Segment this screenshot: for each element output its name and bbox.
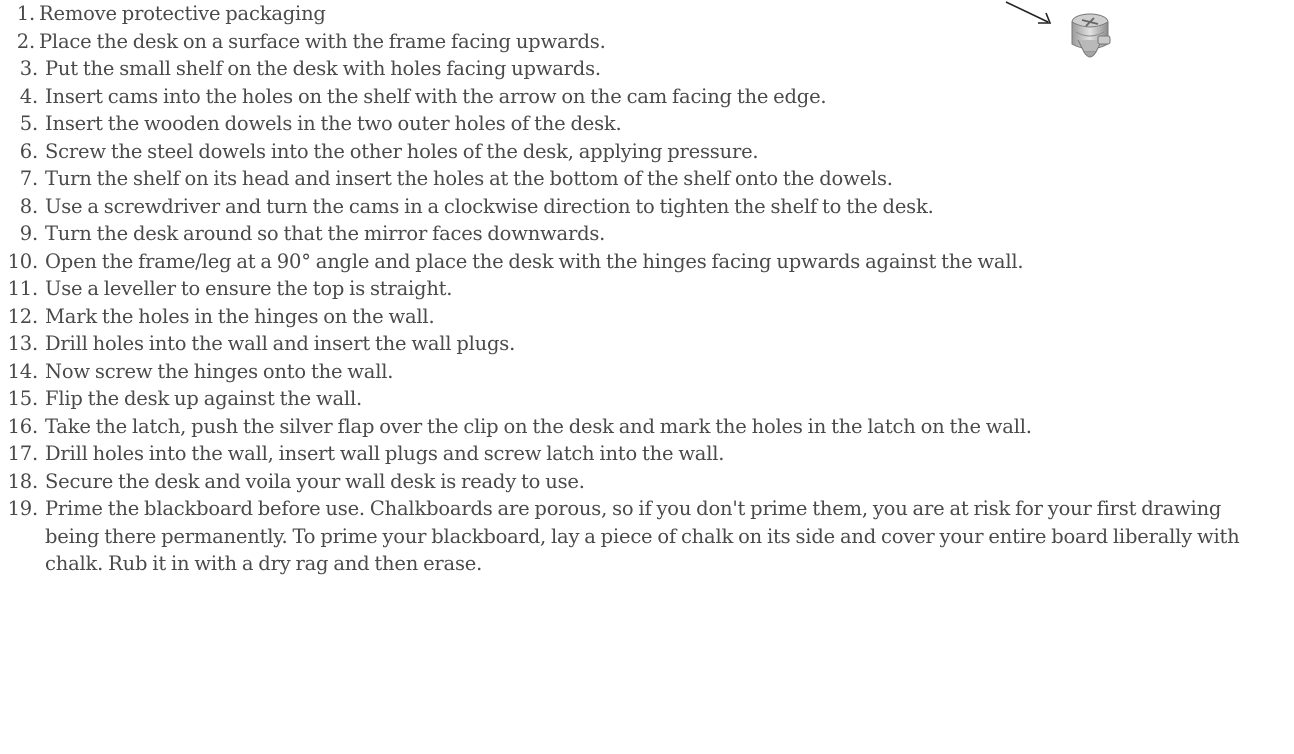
step-text: Place the desk on a surface with the fra… <box>39 29 606 53</box>
step-9: 9. Turn the desk around so that the mirro… <box>0 220 1294 248</box>
step-number: 1. <box>16 2 35 25</box>
step-text: Turn the desk around so that the mirror … <box>45 222 606 245</box>
step-number: 12. <box>7 304 39 328</box>
step-text: Turn the shelf on its head and insert th… <box>45 167 893 190</box>
step-7: 7. Turn the shelf on its head and insert … <box>0 165 1294 193</box>
assembly-instructions-list: 1. Remove protective packaging 2. Place th… <box>0 0 1294 578</box>
step-number: 16. <box>7 414 39 438</box>
step-text: Now screw the hinges onto the wall. <box>45 359 394 383</box>
step-number: 17. <box>7 442 39 465</box>
step-number: 15. <box>7 387 39 410</box>
step-number: 4. <box>19 84 38 108</box>
step-text: Remove protective packaging <box>39 2 326 25</box>
step-text: Drill holes into the wall and insert the… <box>45 332 516 355</box>
step-number: 7. <box>19 167 38 190</box>
step-4: 4. Insert cams into the holes on the shel… <box>0 83 1294 111</box>
step-14: 14. Now screw the hinges onto the wall. <box>0 358 1294 386</box>
step-text: Prime the blackboard before use. Chalkbo… <box>45 497 1240 575</box>
step-16: 16. Take the latch, push the silver flap … <box>0 413 1294 441</box>
step-8: 8. Use a screwdriver and turn the cams in… <box>0 193 1294 221</box>
step-5: 5. Insert the wooden dowels in the two ou… <box>0 110 1294 138</box>
step-17: 17. Drill holes into the wall, insert wal… <box>0 440 1294 468</box>
step-text: Mark the holes in the hinges on the wall… <box>45 304 435 328</box>
step-number: 10. <box>7 249 39 273</box>
step-19: 19. Prime the blackboard before use. Chal… <box>0 495 1275 578</box>
step-number: 5. <box>19 112 38 135</box>
step-number: 19. <box>7 497 39 520</box>
step-text: Put the small shelf on the desk with hol… <box>45 57 601 80</box>
step-text: Drill holes into the wall, insert wall p… <box>45 442 725 465</box>
step-number: 9. <box>19 222 38 245</box>
step-number: 2. <box>16 29 35 53</box>
arrow-icon <box>1005 1 1052 24</box>
step-text: Use a screwdriver and turn the cams in a… <box>45 194 934 218</box>
step-text: Insert the wooden dowels in the two oute… <box>45 112 622 135</box>
step-number: 3. <box>19 57 38 80</box>
step-text: Flip the desk up against the wall. <box>45 387 362 410</box>
step-15: 15. Flip the desk up against the wall. <box>0 385 1294 413</box>
step-11: 11. Use a leveller to ensure the top is s… <box>0 275 1294 303</box>
step-text: Use a leveller to ensure the top is stra… <box>45 277 453 300</box>
step-text: Open the frame/leg at a 90° angle and pl… <box>45 249 1024 273</box>
step-number: 14. <box>7 359 39 383</box>
step-number: 8. <box>19 194 38 218</box>
step-13: 13. Drill holes into the wall and insert … <box>0 330 1294 358</box>
step-text: Take the latch, push the silver flap ove… <box>45 414 1032 438</box>
step-number: 6. <box>19 139 38 163</box>
step-number: 11. <box>7 277 39 300</box>
step-12: 12. Mark the holes in the hinges on the w… <box>0 303 1294 331</box>
step-6: 6. Screw the steel dowels into the other … <box>0 138 1294 166</box>
step-number: 13. <box>7 332 39 355</box>
step-text: Screw the steel dowels into the other ho… <box>45 139 759 163</box>
step-text: Insert cams into the holes on the shelf … <box>45 84 827 108</box>
step-18: 18. Secure the desk and voila your wall d… <box>0 468 1294 496</box>
step-text: Secure the desk and voila your wall desk… <box>45 469 585 493</box>
step-number: 18. <box>7 469 39 493</box>
step-10: 10. Open the frame/leg at a 90° angle and… <box>0 248 1294 276</box>
cam-lock-fitting-icon <box>1071 13 1111 58</box>
